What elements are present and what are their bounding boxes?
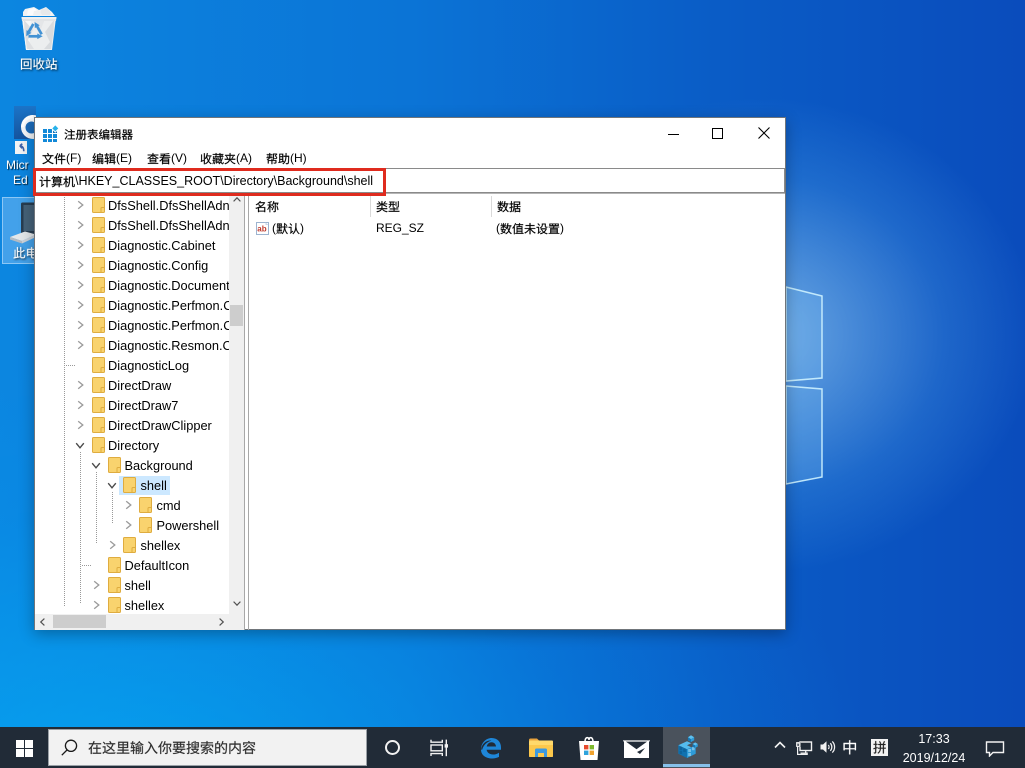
svg-text:ab: ab bbox=[257, 225, 266, 234]
